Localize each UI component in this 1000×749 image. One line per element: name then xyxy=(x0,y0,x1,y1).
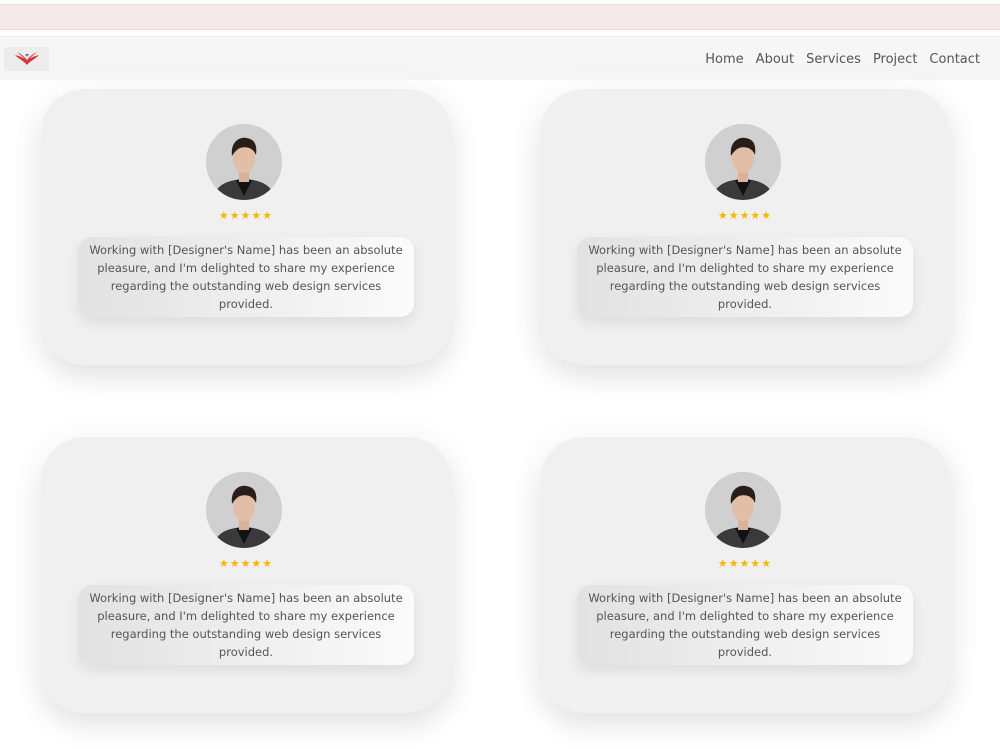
logo[interactable] xyxy=(4,47,49,71)
testimonial-card: ★★★★★ Working with [Designer's Name] has… xyxy=(540,437,950,713)
testimonial-card: ★★★★★ Working with [Designer's Name] has… xyxy=(41,437,451,713)
star-rating: ★★★★★ xyxy=(218,557,274,570)
testimonial-quote-box: Working with [Designer's Name] has been … xyxy=(577,585,913,665)
top-banner-strip xyxy=(0,4,1000,30)
top-banner xyxy=(0,0,1000,34)
testimonial-text: Working with [Designer's Name] has been … xyxy=(89,591,403,659)
testimonial-text: Working with [Designer's Name] has been … xyxy=(89,243,403,311)
nav-home-link[interactable]: Home xyxy=(705,52,743,67)
nav-contact-link[interactable]: Contact xyxy=(929,52,980,67)
testimonial-quote-box: Working with [Designer's Name] has been … xyxy=(577,237,913,317)
testimonial-card: ★★★★★ Working with [Designer's Name] has… xyxy=(540,89,950,365)
nav-links: Home About Services Project Contact xyxy=(705,37,980,81)
testimonial-quote-box: Working with [Designer's Name] has been … xyxy=(78,585,414,665)
person-avatar-icon xyxy=(206,472,282,548)
navbar: Home About Services Project Contact xyxy=(0,36,1000,80)
star-rating: ★★★★★ xyxy=(717,209,773,222)
person-avatar-icon xyxy=(206,124,282,200)
testimonial-quote-box: Working with [Designer's Name] has been … xyxy=(78,237,414,317)
nav-about-link[interactable]: About xyxy=(756,52,794,67)
nav-services-link[interactable]: Services xyxy=(806,52,861,67)
testimonial-text: Working with [Designer's Name] has been … xyxy=(588,591,902,659)
person-avatar-icon xyxy=(705,124,781,200)
wings-logo-icon xyxy=(14,52,39,65)
person-avatar-icon xyxy=(705,472,781,548)
star-rating: ★★★★★ xyxy=(717,557,773,570)
testimonial-card: ★★★★★ Working with [Designer's Name] has… xyxy=(41,89,451,365)
testimonial-text: Working with [Designer's Name] has been … xyxy=(588,243,902,311)
nav-project-link[interactable]: Project xyxy=(873,52,917,67)
star-rating: ★★★★★ xyxy=(218,209,274,222)
